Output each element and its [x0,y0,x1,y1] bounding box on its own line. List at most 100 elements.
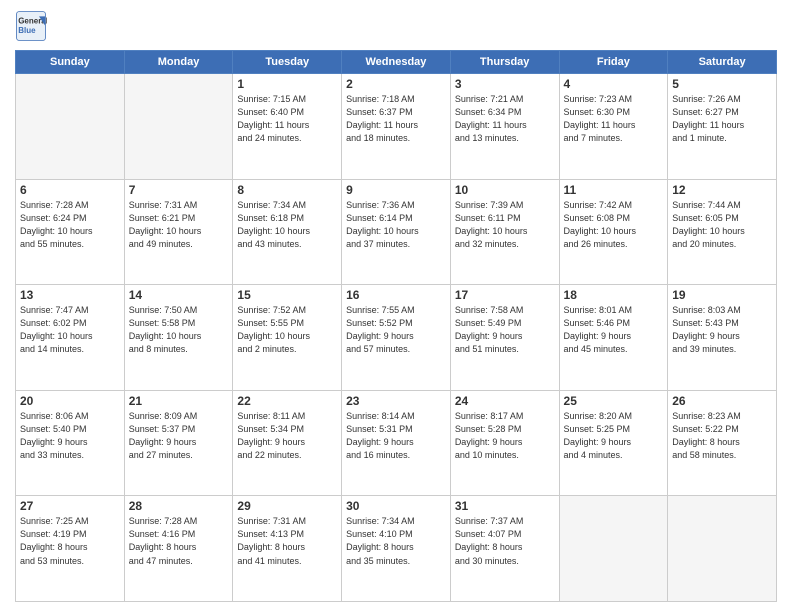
day-number: 11 [564,183,664,197]
day-info: Sunrise: 7:21 AM Sunset: 6:34 PM Dayligh… [455,93,555,145]
day-header-wednesday: Wednesday [342,51,451,74]
calendar-week-1: 6 Sunrise: 7:28 AM Sunset: 6:24 PM Daylig… [16,179,777,285]
calendar-cell: 17 Sunrise: 7:58 AM Sunset: 5:49 PM Dayli… [450,285,559,391]
calendar-cell: 5 Sunrise: 7:26 AM Sunset: 6:27 PM Daylig… [668,74,777,180]
calendar-cell: 31Sunrise: 7:37 AM Sunset: 4:07 PM Dayli… [450,496,559,602]
day-header-sunday: Sunday [16,51,125,74]
calendar-week-0: 1 Sunrise: 7:15 AM Sunset: 6:40 PM Daylig… [16,74,777,180]
day-number: 12 [672,183,772,197]
day-info: Sunrise: 7:25 AM Sunset: 4:19 PM Dayligh… [20,515,120,567]
page: General Blue SundayMondayTuesdayWednesda… [0,0,792,612]
day-number: 22 [237,394,337,408]
day-number: 29 [237,499,337,513]
day-number: 3 [455,77,555,91]
day-number: 13 [20,288,120,302]
day-info: Sunrise: 7:28 AM Sunset: 4:16 PM Dayligh… [129,515,229,567]
day-number: 20 [20,394,120,408]
calendar-cell: 6 Sunrise: 7:28 AM Sunset: 6:24 PM Daylig… [16,179,125,285]
day-number: 24 [455,394,555,408]
calendar-table: SundayMondayTuesdayWednesdayThursdayFrid… [15,50,777,602]
day-number: 19 [672,288,772,302]
day-number: 30 [346,499,446,513]
day-info: Sunrise: 8:23 AM Sunset: 5:22 PM Dayligh… [672,410,772,462]
day-number: 7 [129,183,229,197]
day-header-thursday: Thursday [450,51,559,74]
day-info: Sunrise: 8:06 AM Sunset: 5:40 PM Dayligh… [20,410,120,462]
day-number: 18 [564,288,664,302]
day-number: 16 [346,288,446,302]
calendar-cell: 29 Sunrise: 7:31 AM Sunset: 4:13 PM Dayli… [233,496,342,602]
day-info: Sunrise: 8:03 AM Sunset: 5:43 PM Dayligh… [672,304,772,356]
day-number: 31 [455,499,555,513]
calendar-cell: 16 Sunrise: 7:55 AM Sunset: 5:52 PM Dayli… [342,285,451,391]
day-info: Sunrise: 8:11 AM Sunset: 5:34 PM Dayligh… [237,410,337,462]
day-info: Sunrise: 7:47 AM Sunset: 6:02 PM Dayligh… [20,304,120,356]
calendar-cell: 12 Sunrise: 7:44 AM Sunset: 6:05 PM Dayli… [668,179,777,285]
day-info: Sunrise: 7:36 AM Sunset: 6:14 PM Dayligh… [346,199,446,251]
calendar-cell: 22 Sunrise: 8:11 AM Sunset: 5:34 PM Dayli… [233,390,342,496]
day-number: 1 [237,77,337,91]
day-header-monday: Monday [124,51,233,74]
calendar-cell: 19 Sunrise: 8:03 AM Sunset: 5:43 PM Dayli… [668,285,777,391]
calendar-cell: 27 Sunrise: 7:25 AM Sunset: 4:19 PM Dayli… [16,496,125,602]
calendar-cell: 25Sunrise: 8:20 AM Sunset: 5:25 PM Dayli… [559,390,668,496]
day-info: Sunrise: 7:26 AM Sunset: 6:27 PM Dayligh… [672,93,772,145]
calendar-cell: 30Sunrise: 7:34 AM Sunset: 4:10 PM Dayli… [342,496,451,602]
calendar-cell: 11 Sunrise: 7:42 AM Sunset: 6:08 PM Dayli… [559,179,668,285]
day-info: Sunrise: 7:31 AM Sunset: 4:13 PM Dayligh… [237,515,337,567]
calendar-header-row: SundayMondayTuesdayWednesdayThursdayFrid… [16,51,777,74]
day-number: 28 [129,499,229,513]
day-number: 27 [20,499,120,513]
day-info: Sunrise: 7:15 AM Sunset: 6:40 PM Dayligh… [237,93,337,145]
calendar-cell [124,74,233,180]
day-info: Sunrise: 7:55 AM Sunset: 5:52 PM Dayligh… [346,304,446,356]
calendar-cell: 7 Sunrise: 7:31 AM Sunset: 6:21 PM Daylig… [124,179,233,285]
day-header-saturday: Saturday [668,51,777,74]
calendar-cell: 20 Sunrise: 8:06 AM Sunset: 5:40 PM Dayli… [16,390,125,496]
logo-icon: General Blue [15,10,47,42]
day-info: Sunrise: 7:31 AM Sunset: 6:21 PM Dayligh… [129,199,229,251]
day-info: Sunrise: 7:23 AM Sunset: 6:30 PM Dayligh… [564,93,664,145]
calendar-week-2: 13 Sunrise: 7:47 AM Sunset: 6:02 PM Dayli… [16,285,777,391]
calendar-cell: 10Sunrise: 7:39 AM Sunset: 6:11 PM Dayli… [450,179,559,285]
day-number: 21 [129,394,229,408]
day-info: Sunrise: 7:52 AM Sunset: 5:55 PM Dayligh… [237,304,337,356]
day-number: 8 [237,183,337,197]
day-number: 26 [672,394,772,408]
day-info: Sunrise: 8:01 AM Sunset: 5:46 PM Dayligh… [564,304,664,356]
day-number: 5 [672,77,772,91]
calendar-cell: 26 Sunrise: 8:23 AM Sunset: 5:22 PM Dayli… [668,390,777,496]
day-number: 10 [455,183,555,197]
day-number: 14 [129,288,229,302]
calendar-week-3: 20 Sunrise: 8:06 AM Sunset: 5:40 PM Dayli… [16,390,777,496]
calendar-cell: 14 Sunrise: 7:50 AM Sunset: 5:58 PM Dayli… [124,285,233,391]
calendar-week-4: 27 Sunrise: 7:25 AM Sunset: 4:19 PM Dayli… [16,496,777,602]
calendar-cell [16,74,125,180]
day-number: 17 [455,288,555,302]
calendar-cell: 1 Sunrise: 7:15 AM Sunset: 6:40 PM Daylig… [233,74,342,180]
day-info: Sunrise: 7:50 AM Sunset: 5:58 PM Dayligh… [129,304,229,356]
calendar-cell: 28 Sunrise: 7:28 AM Sunset: 4:16 PM Dayli… [124,496,233,602]
day-number: 25 [564,394,664,408]
day-info: Sunrise: 7:18 AM Sunset: 6:37 PM Dayligh… [346,93,446,145]
calendar-cell: 21 Sunrise: 8:09 AM Sunset: 5:37 PM Dayli… [124,390,233,496]
day-info: Sunrise: 8:14 AM Sunset: 5:31 PM Dayligh… [346,410,446,462]
calendar-cell [559,496,668,602]
logo: General Blue [15,10,51,42]
day-header-tuesday: Tuesday [233,51,342,74]
day-header-friday: Friday [559,51,668,74]
day-number: 6 [20,183,120,197]
day-info: Sunrise: 7:44 AM Sunset: 6:05 PM Dayligh… [672,199,772,251]
calendar-cell: 2 Sunrise: 7:18 AM Sunset: 6:37 PM Daylig… [342,74,451,180]
day-info: Sunrise: 7:58 AM Sunset: 5:49 PM Dayligh… [455,304,555,356]
day-number: 2 [346,77,446,91]
day-number: 15 [237,288,337,302]
day-info: Sunrise: 7:28 AM Sunset: 6:24 PM Dayligh… [20,199,120,251]
day-info: Sunrise: 7:34 AM Sunset: 6:18 PM Dayligh… [237,199,337,251]
calendar-cell: 23Sunrise: 8:14 AM Sunset: 5:31 PM Dayli… [342,390,451,496]
day-info: Sunrise: 8:09 AM Sunset: 5:37 PM Dayligh… [129,410,229,462]
header: General Blue [15,10,777,42]
day-number: 4 [564,77,664,91]
svg-text:Blue: Blue [18,26,36,35]
day-info: Sunrise: 7:42 AM Sunset: 6:08 PM Dayligh… [564,199,664,251]
